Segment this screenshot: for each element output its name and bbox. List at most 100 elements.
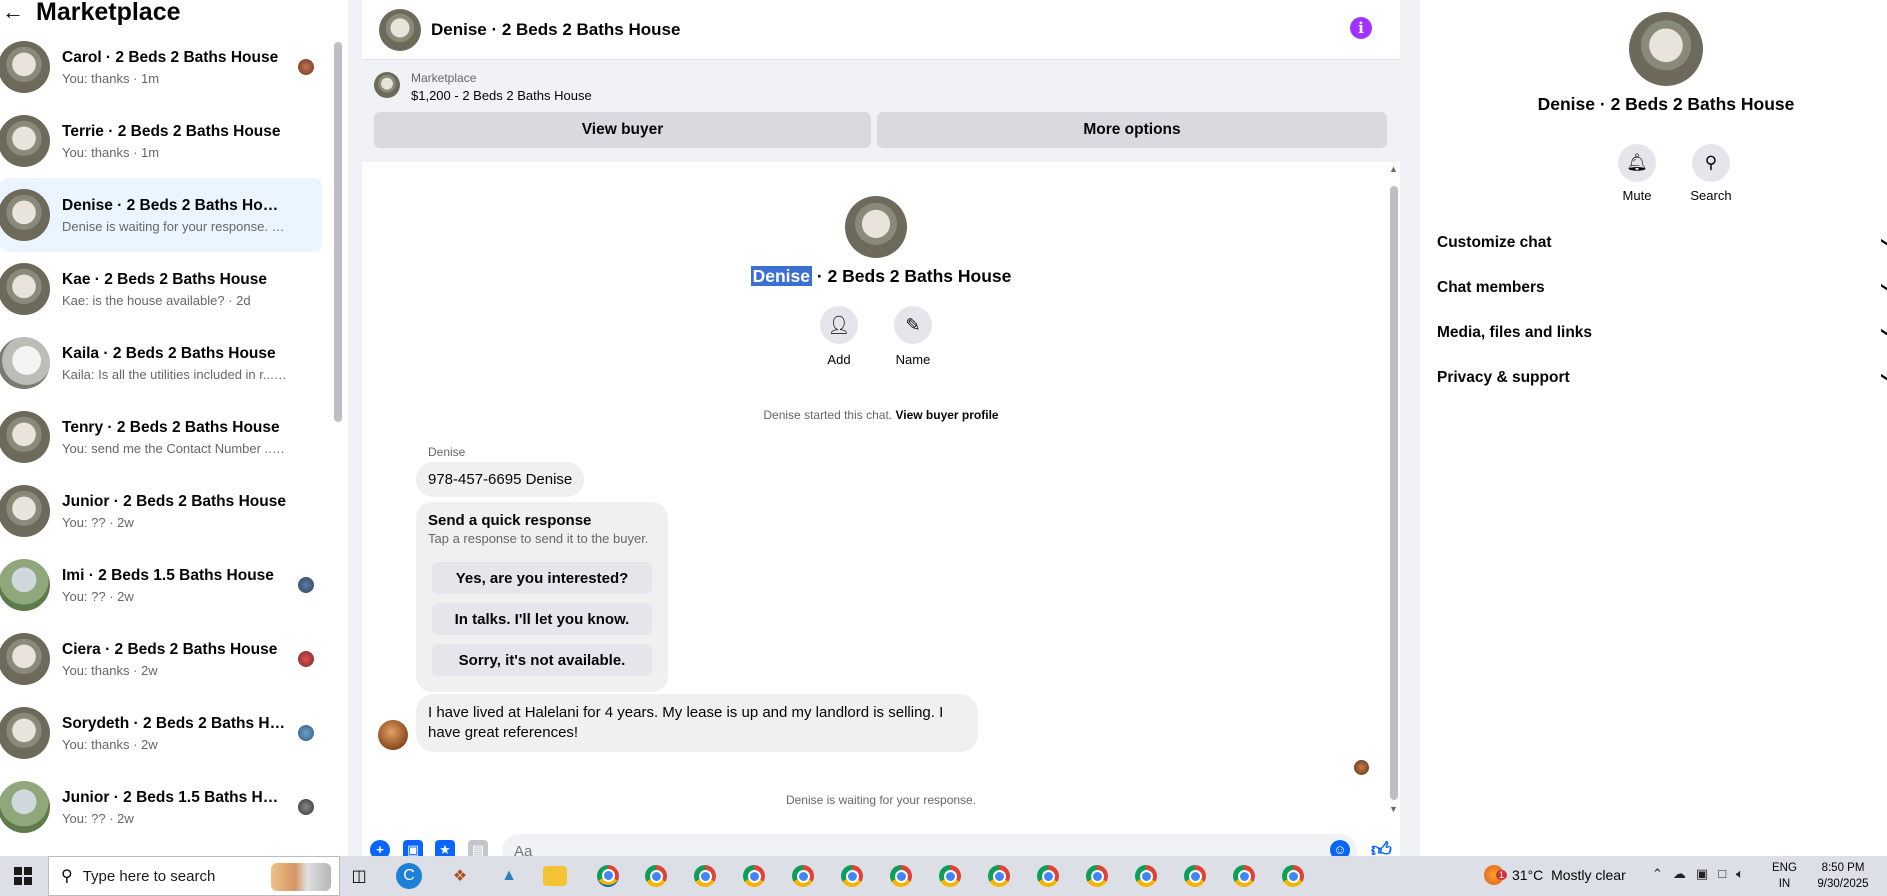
- taskbar-search-box[interactable]: ⚲ Type here to search: [48, 856, 340, 896]
- section-label: Customize chat: [1437, 234, 1552, 251]
- chrome-icon[interactable]: [1135, 865, 1157, 887]
- conversation-list: Carol · 2 Beds 2 Baths House You: thanks…: [0, 30, 330, 844]
- conversation-text: Imi · 2 Beds 1.5 Baths House You: ?? · 2…: [62, 567, 287, 604]
- scroll-up-icon[interactable]: ▲: [1389, 164, 1398, 174]
- network-icon[interactable]: □: [1718, 866, 1726, 882]
- media-files-links-section[interactable]: Media, files and links ❯: [1437, 313, 1887, 353]
- thumbs-up-icon[interactable]: 👍︎: [1371, 840, 1392, 856]
- view-buyer-button[interactable]: View buyer: [374, 112, 871, 148]
- weather-icon: 1: [1484, 865, 1508, 885]
- weather-widget[interactable]: 1 31°C Mostly clear: [1484, 865, 1626, 885]
- search-button[interactable]: ⚲ Search: [1681, 144, 1741, 203]
- customize-chat-section[interactable]: Customize chat ❯: [1437, 223, 1887, 263]
- chrome-icon[interactable]: [1086, 865, 1108, 887]
- listing-title[interactable]: $1,200 - 2 Beds 2 Baths House: [411, 88, 592, 103]
- language-line2: IN: [1778, 878, 1791, 890]
- conversation-item[interactable]: Junior · 2 Beds 1.5 Baths House You: ?? …: [0, 770, 322, 844]
- conversation-snippet: You: ?? · 2w: [62, 514, 134, 530]
- chrome-icon[interactable]: [792, 865, 814, 887]
- chrome-icon[interactable]: [1184, 865, 1206, 887]
- conversation-text: Kaila · 2 Beds 2 Baths House Kaila: Is a…: [62, 345, 287, 382]
- scroll-down-icon[interactable]: ▼: [1389, 804, 1398, 814]
- conversation-snippet: You: ?? · 2w: [62, 588, 134, 604]
- mute-button[interactable]: 🔔︎ Mute: [1607, 144, 1667, 203]
- add-people-button[interactable]: 👤︎ Add: [809, 306, 869, 367]
- conversation-item[interactable]: Ciera · 2 Beds 2 Baths House You: thanks…: [0, 622, 322, 696]
- quick-reply-button[interactable]: Sorry, it's not available.: [432, 644, 652, 676]
- emoji-icon[interactable]: ☺: [1330, 840, 1350, 856]
- conversation-name: Carol · 2 Beds 2 Baths House: [62, 48, 279, 66]
- quick-response-card: Send a quick response Tap a response to …: [416, 502, 668, 692]
- chat-panel: Denise · 2 Beds 2 Baths House i Marketpl…: [362, 0, 1400, 856]
- conversation-text: Carol · 2 Beds 2 Baths House You: thanks…: [62, 49, 287, 86]
- conversation-snippet: Denise is waiting for your response. · 3…: [62, 218, 287, 234]
- chrome-icon[interactable]: [1282, 865, 1304, 887]
- speaker-icon[interactable]: 🔈︎: [1736, 866, 1744, 882]
- info-icon[interactable]: i: [1350, 17, 1372, 39]
- name-chat-button[interactable]: ✎ Name: [883, 306, 943, 367]
- app-icon[interactable]: ▲: [494, 862, 524, 890]
- conversation-item[interactable]: Carol · 2 Beds 2 Baths House You: thanks…: [0, 30, 322, 104]
- conversation-name: Sorydeth · 2 Beds 2 Baths Ho...: [62, 714, 287, 732]
- chrome-icon[interactable]: [694, 865, 716, 887]
- conversation-item[interactable]: Terrie · 2 Beds 2 Baths House You: thank…: [0, 104, 322, 178]
- app-icon[interactable]: ❖: [445, 862, 475, 890]
- listing-thumbnail: [0, 411, 50, 463]
- privacy-support-section[interactable]: Privacy & support ❯: [1437, 358, 1887, 398]
- cloud-icon[interactable]: ☁: [1673, 866, 1686, 882]
- chat-header-title[interactable]: Denise · 2 Beds 2 Baths House: [431, 20, 680, 40]
- conversation-item[interactable]: Kae · 2 Beds 2 Baths House Kae: is the h…: [0, 252, 322, 326]
- chevron-up-icon[interactable]: ⌃: [1652, 866, 1663, 882]
- chat-header-thumbnail[interactable]: [379, 8, 421, 51]
- quick-response-title: Send a quick response: [428, 512, 592, 529]
- conversation-name: Imi · 2 Beds 1.5 Baths House: [62, 566, 274, 584]
- weather-desc: Mostly clear: [1551, 867, 1626, 883]
- conversation-item[interactable]: Junior · 2 Beds 2 Baths House You: ?? · …: [0, 474, 322, 548]
- name-label: Name: [895, 352, 931, 367]
- message-input[interactable]: [502, 834, 1357, 856]
- conversation-item[interactable]: Imi · 2 Beds 1.5 Baths House You: ?? · 2…: [0, 548, 322, 622]
- view-buyer-profile-link[interactable]: View buyer profile: [895, 408, 998, 422]
- taskbar-clock[interactable]: 8:50 PM 9/30/2025: [1807, 860, 1879, 892]
- chrome-icon[interactable]: [890, 865, 912, 887]
- chrome-icon[interactable]: [743, 865, 765, 887]
- conversation-text: Terrie · 2 Beds 2 Baths House You: thank…: [62, 123, 287, 160]
- windows-start-icon[interactable]: [14, 867, 32, 885]
- chrome-icon[interactable]: [988, 865, 1010, 887]
- conversation-item[interactable]: Tenry · 2 Beds 2 Baths House You: send m…: [0, 400, 322, 474]
- plus-icon[interactable]: +: [370, 840, 390, 856]
- sidebar-scrollbar[interactable]: [334, 42, 342, 422]
- back-arrow-icon[interactable]: ←: [2, 0, 24, 25]
- chrome-icon[interactable]: [597, 865, 619, 887]
- weather-temp: 31°C: [1512, 867, 1544, 883]
- chrome-icon[interactable]: [841, 865, 863, 887]
- quick-reply-button[interactable]: In talks. I'll let you know.: [432, 603, 652, 635]
- canva-icon[interactable]: C: [396, 863, 422, 889]
- language-indicator[interactable]: ENG IN: [1772, 860, 1797, 892]
- chat-scrollbar[interactable]: [1390, 186, 1398, 800]
- sticker-icon[interactable]: ★: [435, 840, 455, 856]
- conversation-name: Junior · 2 Beds 1.5 Baths House: [62, 788, 287, 806]
- photo-icon[interactable]: ▣: [403, 840, 423, 856]
- chrome-icon[interactable]: [939, 865, 961, 887]
- meet-icon[interactable]: ▣: [1696, 866, 1708, 882]
- gif-icon[interactable]: ▤: [468, 840, 488, 856]
- quick-reply-button[interactable]: Yes, are you interested?: [432, 562, 652, 594]
- file-explorer-icon[interactable]: [543, 866, 567, 886]
- conversation-item-active[interactable]: Denise · 2 Beds 2 Baths House Denise is …: [0, 178, 322, 252]
- sender-avatar[interactable]: [378, 720, 408, 750]
- conversation-item[interactable]: Kaila · 2 Beds 2 Baths House Kaila: Is a…: [0, 326, 322, 400]
- chrome-icon[interactable]: [1037, 865, 1059, 887]
- search-icon: ⚲: [61, 868, 73, 885]
- chrome-icon[interactable]: [1233, 865, 1255, 887]
- details-title: Denise · 2 Beds 2 Baths House: [1537, 94, 1795, 114]
- task-view-icon[interactable]: ◫: [344, 862, 374, 890]
- conversation-item[interactable]: Sorydeth · 2 Beds 2 Baths Ho... You: tha…: [0, 696, 322, 770]
- chrome-icon[interactable]: [645, 865, 667, 887]
- message-thread: Denise · 2 Beds 2 Baths House 👤︎ Add ✎ N…: [362, 162, 1400, 856]
- message-composer: + ▣ ★ ▤ ☺ 👍︎: [362, 834, 1400, 856]
- more-options-button[interactable]: More options: [877, 112, 1387, 148]
- chat-members-section[interactable]: Chat members ❯: [1437, 268, 1887, 308]
- conversation-snippet: You: thanks · 1m: [62, 144, 160, 160]
- conversation-text: Tenry · 2 Beds 2 Baths House You: send m…: [62, 419, 287, 456]
